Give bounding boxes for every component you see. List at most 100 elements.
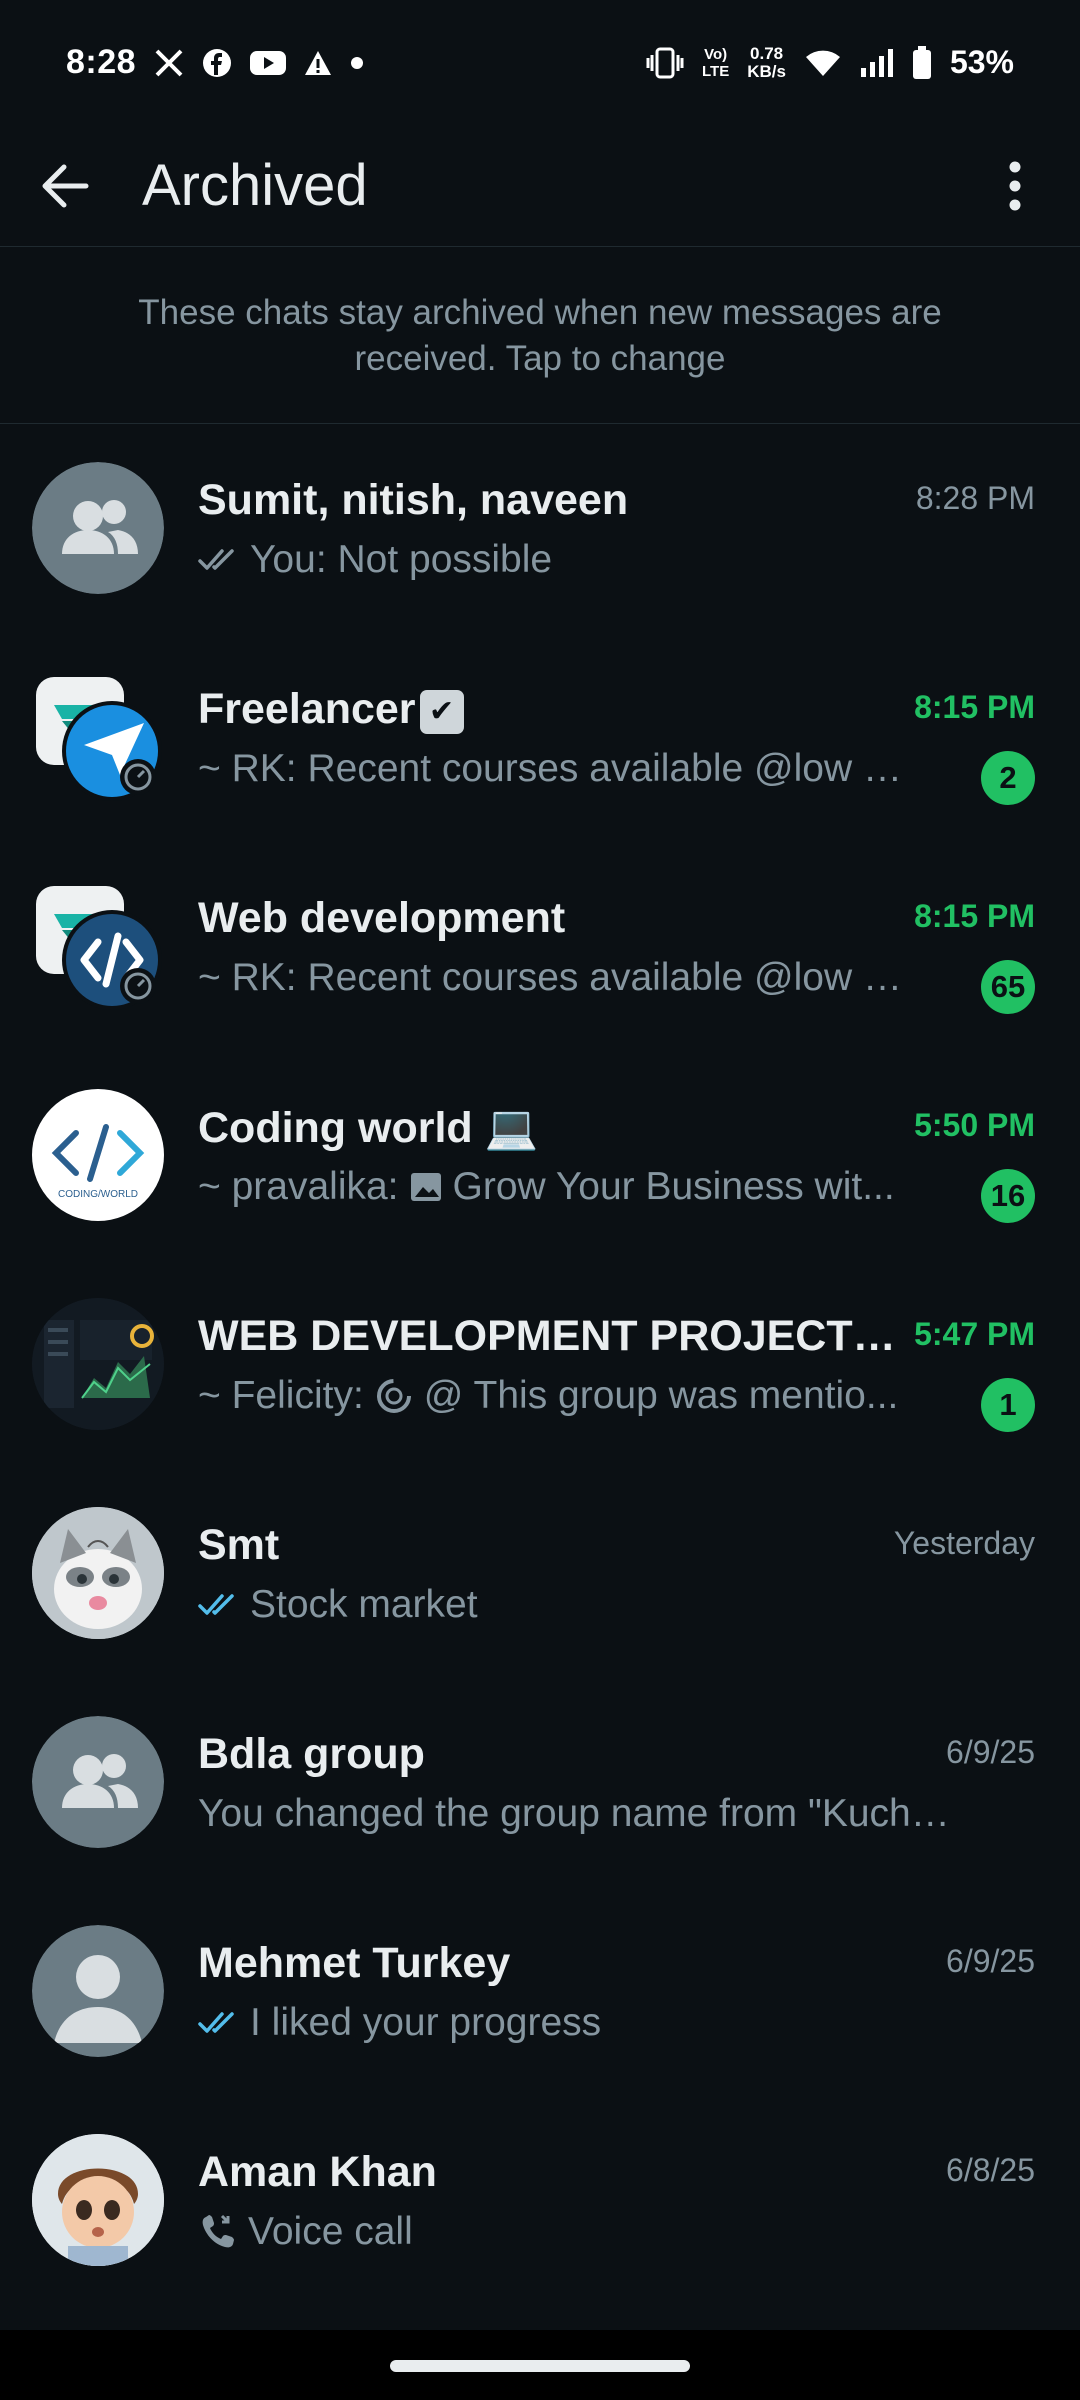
chat-time: 5:47 PM: [914, 1316, 1035, 1352]
volte-bottom: LTE: [702, 62, 730, 80]
chat-row[interactable]: Bdla group 6/9/25 You changed the group …: [0, 1684, 1080, 1893]
code-logo-caption: CODING/WORLD: [58, 1189, 138, 1200]
chat-row[interactable]: Mehmet Turkey 6/9/25 I liked your progre…: [0, 1893, 1080, 2102]
page-title: Archived: [142, 153, 368, 218]
chat-preview: ~ pravalika: Grow Your Business wit...: [198, 1165, 895, 1209]
facebook-icon: [202, 48, 232, 78]
status-bar-right: Vo) LTE 0.78 KB/s 53%: [646, 44, 1014, 81]
dot-icon: [350, 56, 364, 70]
chat-time: 6/9/25: [946, 1734, 1035, 1770]
more-vertical-icon: [1009, 161, 1021, 210]
community-icon[interactable]: [32, 671, 164, 803]
chat-time: 5:50 PM: [914, 1107, 1035, 1143]
wifi-icon: [804, 48, 842, 78]
chat-name: Mehmet Turkey: [198, 1939, 511, 1987]
preview-text: Grow Your Business wit...: [452, 1165, 895, 1208]
preview-text: @ This group was mentio...: [423, 1374, 899, 1417]
cartoon-photo[interactable]: [32, 2134, 164, 2266]
chat-list: Sumit, nitish, naveen 8:28 PM You: Not p…: [0, 430, 1080, 2311]
home-gesture-bar[interactable]: [390, 2360, 690, 2372]
chat-row[interactable]: CODING/WORLD Coding world 💻 5:50 PM ~ pr…: [0, 1057, 1080, 1266]
chat-time: 6/8/25: [946, 2152, 1035, 2188]
group-icon[interactable]: [32, 1716, 164, 1848]
vibrate-icon: [646, 47, 684, 79]
volte-indicator: Vo) LTE: [702, 46, 729, 80]
chat-row[interactable]: Freelancer ✔ 8:15 PM ~ RK: Recent courses…: [0, 639, 1080, 848]
preview-sender: ~ pravalika:: [198, 1165, 399, 1208]
poll-icon: [374, 1376, 414, 1416]
double-check-read-icon: [198, 1592, 240, 1618]
alert-icon: [304, 50, 332, 76]
preview-text: Voice call: [248, 2210, 413, 2253]
unread-badge: 16: [981, 1169, 1035, 1223]
net-speed: 0.78 KB/s: [747, 43, 786, 81]
volte-top: Vo): [704, 45, 728, 63]
laptop-emoji: 💻: [484, 1104, 539, 1152]
chat-preview: ~ Felicity: @ This group was mentio...: [198, 1374, 898, 1418]
phone-call-icon: [198, 2212, 238, 2252]
status-bar-left: 8:28: [66, 43, 364, 82]
chat-preview: You: Not possible: [198, 538, 552, 582]
chat-preview: Voice call: [198, 2210, 413, 2254]
double-check-icon: [198, 547, 240, 573]
chat-name: Sumit, nitish, naveen: [198, 476, 629, 524]
community-code-icon[interactable]: [32, 880, 164, 1012]
chat-row[interactable]: Smt Yesterday Stock market: [0, 1475, 1080, 1684]
chat-name-text: Freelancer: [198, 685, 416, 733]
person-icon[interactable]: [32, 1925, 164, 2057]
more-options-button[interactable]: [970, 131, 1060, 241]
youtube-icon: [250, 49, 287, 77]
net-speed-value: 0.78: [750, 43, 784, 63]
cat-photo[interactable]: [32, 1507, 164, 1639]
preview-text: You: Not possible: [250, 538, 553, 581]
chat-row[interactable]: Aman Khan 6/8/25 Voice call: [0, 2102, 1080, 2311]
chat-preview: Stock market: [198, 1583, 478, 1627]
preview-text: Stock market: [250, 1583, 478, 1626]
preview-text: ~ RK: Recent courses available @low pr..…: [198, 956, 908, 999]
preview-text: I liked your progress: [250, 2001, 602, 2044]
unread-badge: 2: [981, 751, 1035, 805]
preview-sender: ~ Felicity:: [198, 1374, 364, 1417]
chat-preview: You changed the group name from "Kuch B.…: [198, 1792, 958, 1836]
chat-time: Yesterday: [893, 1525, 1035, 1561]
preview-text: ~ RK: Recent courses available @low pr..…: [198, 747, 908, 790]
chat-preview: I liked your progress: [198, 2001, 601, 2045]
battery-icon: [912, 45, 932, 80]
chat-name: Web development: [198, 894, 566, 942]
chat-name-text: Coding world: [198, 1104, 473, 1152]
chat-preview: ~ RK: Recent courses available @low pr..…: [198, 956, 908, 1000]
net-speed-unit: KB/s: [747, 61, 786, 81]
code-logo[interactable]: CODING/WORLD: [32, 1089, 164, 1221]
check-emoji: ✔: [419, 689, 464, 734]
app-bar: Archived: [0, 125, 1080, 247]
chat-name: Aman Khan: [198, 2148, 437, 2196]
archive-settings-banner[interactable]: These chats stay archived when new messa…: [0, 248, 1080, 424]
image-icon: [409, 1170, 443, 1204]
chat-row[interactable]: Web development 8:15 PM ~ RK: Recent cou…: [0, 848, 1080, 1057]
double-check-read-icon: [198, 2010, 240, 2036]
back-button[interactable]: [10, 131, 120, 241]
chat-name: Bdla group: [198, 1730, 425, 1778]
chat-row[interactable]: WEB DEVELOPMENT PROJECTS(... 5:47 PM ~ F…: [0, 1266, 1080, 1475]
chat-time: 8:15 PM: [914, 898, 1035, 934]
preview-text: You changed the group name from "Kuch B.…: [198, 1792, 958, 1835]
chat-row[interactable]: Sumit, nitish, naveen 8:28 PM You: Not p…: [0, 430, 1080, 639]
group-icon[interactable]: [32, 462, 164, 594]
chat-name: Smt: [198, 1521, 280, 1569]
signal-icon: [860, 48, 894, 78]
chat-name: WEB DEVELOPMENT PROJECTS(...: [198, 1312, 898, 1360]
banner-text: These chats stay archived when new messa…: [138, 292, 942, 378]
chat-time: 6/9/25: [946, 1943, 1035, 1979]
dashboard-image[interactable]: [32, 1298, 164, 1430]
chat-name: Coding world 💻: [198, 1103, 538, 1153]
unread-badge: 1: [981, 1378, 1035, 1432]
status-time: 8:28: [66, 43, 137, 81]
status-bar: 8:28 Vo) LTE 0.78 KB/s 53%: [0, 0, 1080, 125]
unread-badge: 65: [981, 960, 1035, 1014]
back-arrow-icon: [42, 164, 89, 207]
chat-time: 8:28 PM: [915, 480, 1035, 516]
battery-percent: 53%: [949, 44, 1014, 80]
chat-preview: ~ RK: Recent courses available @low pr..…: [198, 747, 908, 791]
x-icon: [154, 48, 184, 78]
chat-name: Freelancer ✔: [198, 685, 464, 734]
